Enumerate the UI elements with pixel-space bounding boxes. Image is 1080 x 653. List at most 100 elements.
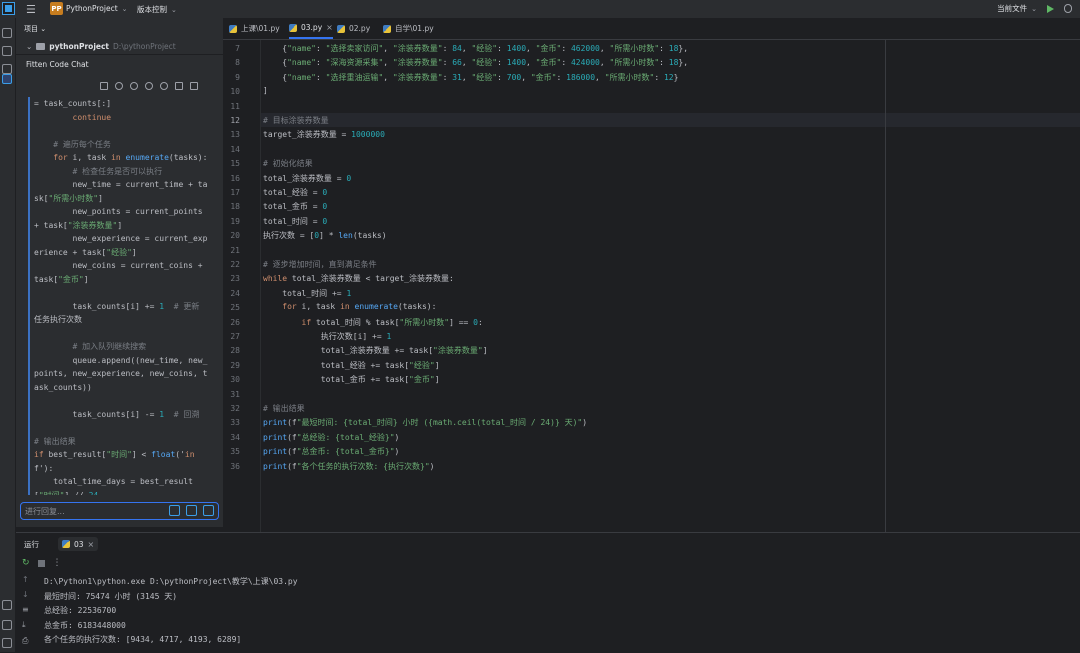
line-number: 30 <box>230 375 240 385</box>
new-chat-icon[interactable] <box>100 82 108 90</box>
code-line: total_金币 += task["金币"] <box>263 375 440 385</box>
code-line: total_涂装券数量 = 0 <box>263 173 352 183</box>
chat-input-placeholder: 进行回复... <box>25 507 65 516</box>
code-line: # 目标涂装券数量 <box>263 116 329 125</box>
close-icon[interactable]: × <box>326 23 333 32</box>
chevron-down-icon: ⌄ <box>171 5 177 14</box>
scroll-up-icon[interactable]: ↑ <box>22 575 29 584</box>
code-line: total_经验 += task["经验"] <box>263 360 440 370</box>
project-root-item[interactable]: ⌄ pythonProject D:\pythonProject <box>26 42 176 51</box>
line-number: 31 <box>230 389 240 399</box>
soft-wrap-icon[interactable]: ≡ <box>22 605 29 614</box>
line-number: 21 <box>230 245 240 255</box>
run-config-selector[interactable]: 当前文件 ⌄ <box>997 3 1037 14</box>
chat-input[interactable]: 进行回复... <box>20 502 219 520</box>
code-line: 执行次数 = [0] * len(tasks) <box>263 231 387 241</box>
vcs-label: 版本控制 <box>137 5 167 14</box>
send-icon[interactable] <box>203 505 214 516</box>
structure-tool-icon[interactable] <box>2 46 12 56</box>
rerun-icon[interactable]: ↻ <box>22 558 30 568</box>
line-number-gutter: 7 8 9 10 11 12 13 14 15 16 17 18 19 20 21 22 23 24 25 26 27 2… <box>223 40 261 532</box>
run-icon[interactable] <box>1047 4 1054 13</box>
code-line: print(f"各个任务的执行次数: {执行次数}") <box>263 461 435 471</box>
export-icon[interactable] <box>190 82 198 90</box>
code-line: total_金币 = 0 <box>263 202 328 212</box>
more-options-icon[interactable]: ⋮ <box>53 558 62 568</box>
code-line: {"name": "选择卖家访问", "涂装券数量": 84, "经验": 14… <box>263 44 689 53</box>
help-icon[interactable] <box>145 82 153 90</box>
line-number: 27 <box>230 332 240 341</box>
line-number: 10 <box>230 87 240 97</box>
print-icon[interactable]: ⎙ <box>22 636 29 646</box>
tab-02[interactable]: 02.py <box>337 18 370 39</box>
history-icon[interactable] <box>115 82 123 90</box>
line-number: 25 <box>230 303 240 313</box>
stop-icon[interactable] <box>37 559 45 567</box>
chat-title: Fitten Code Chat <box>26 60 89 69</box>
project-root-path: D:\pythonProject <box>113 42 176 51</box>
project-root-name: pythonProject <box>49 42 110 51</box>
info-icon[interactable] <box>160 82 168 90</box>
close-icon[interactable]: × <box>88 540 95 549</box>
insert-code-icon[interactable] <box>169 505 180 516</box>
project-selector[interactable]: PP PythonProject ⌄ <box>50 2 128 15</box>
run-output: D:\Python1\python.exe D:\pythonProject\教… <box>44 577 298 644</box>
scroll-to-end-icon[interactable]: ⤓ <box>22 620 29 630</box>
right-margin-guide <box>885 40 886 532</box>
tab-03[interactable]: 03.py × <box>289 18 333 39</box>
project-tool-icon[interactable] <box>2 28 12 38</box>
main-menu-icon[interactable]: ☰ <box>26 3 36 16</box>
fitten-chat-panel: Fitten Code Chat = task_counts[:] contin… <box>16 54 223 527</box>
code-editor[interactable]: {"name": "选择卖家访问", "涂装券数量": 84, "经验": 14… <box>261 40 1080 532</box>
run-tool-icon[interactable] <box>2 600 12 610</box>
line-number: 9 <box>235 72 240 82</box>
line-number: 34 <box>230 432 240 442</box>
project-panel-header[interactable]: 项目 ⌄ <box>24 24 46 34</box>
line-number: 33 <box>230 418 240 428</box>
python-file-icon <box>383 24 391 33</box>
chevron-down-icon[interactable]: ⌄ <box>26 42 32 51</box>
line-number: 26 <box>230 317 240 327</box>
code-line: print(f"总金币: {total_金币}") <box>263 447 400 457</box>
python-file-icon <box>289 23 297 32</box>
chevron-down-icon: ⌄ <box>1031 4 1037 13</box>
line-number: 14 <box>230 144 240 154</box>
fitten-chat-tool-icon[interactable] <box>2 74 12 84</box>
code-line: total_时间 += 1 <box>263 288 352 298</box>
python-console-icon[interactable] <box>2 620 12 630</box>
python-file-icon <box>337 24 345 33</box>
line-number: 32 <box>230 404 240 413</box>
line-number: 29 <box>230 360 240 370</box>
debug-icon[interactable] <box>1064 4 1072 13</box>
line-number: 16 <box>230 173 240 183</box>
tab-shangke-01[interactable]: 上课\01.py <box>229 18 280 39</box>
line-number: 24 <box>230 288 240 298</box>
code-line: while total_涂装券数量 < target_涂装券数量: <box>263 274 454 284</box>
scroll-down-icon[interactable]: ↓ <box>22 590 29 599</box>
terminal-icon[interactable] <box>2 638 12 648</box>
code-line: {"name": "深海资源采集", "涂装券数量": 66, "经验": 14… <box>263 58 689 68</box>
project-badge: PP <box>50 2 63 15</box>
settings-icon[interactable] <box>175 82 183 90</box>
vcs-menu[interactable]: 版本控制 ⌄ <box>137 4 177 15</box>
code-line: if total_时间 % task["所需小时数"] == 0: <box>301 317 483 327</box>
more-tools-icon[interactable] <box>2 64 12 74</box>
line-number: 12 <box>230 116 240 125</box>
code-line: total_时间 = 0 <box>263 216 328 226</box>
chat-code-block: = task_counts[:] continue # 遍历每个任务 for i… <box>28 97 224 495</box>
line-number: 23 <box>230 274 240 284</box>
line-number: 19 <box>230 216 240 226</box>
code-line: for i, task in enumerate(tasks): <box>282 302 437 312</box>
tools-icon[interactable] <box>130 82 138 90</box>
tab-zixue-01[interactable]: 自学\01.py <box>383 18 434 39</box>
run-tab-03[interactable]: 03 × <box>58 537 99 551</box>
line-number: 11 <box>230 101 240 111</box>
run-config-label: 当前文件 <box>997 4 1028 13</box>
attach-file-icon[interactable] <box>186 505 197 516</box>
left-tool-strip <box>0 18 16 652</box>
code-line: target_涂装券数量 = 1000000 <box>263 130 385 140</box>
line-number: 18 <box>230 202 240 212</box>
line-number: 13 <box>230 130 240 140</box>
line-number: 7 <box>235 44 240 53</box>
python-file-icon <box>229 24 237 33</box>
